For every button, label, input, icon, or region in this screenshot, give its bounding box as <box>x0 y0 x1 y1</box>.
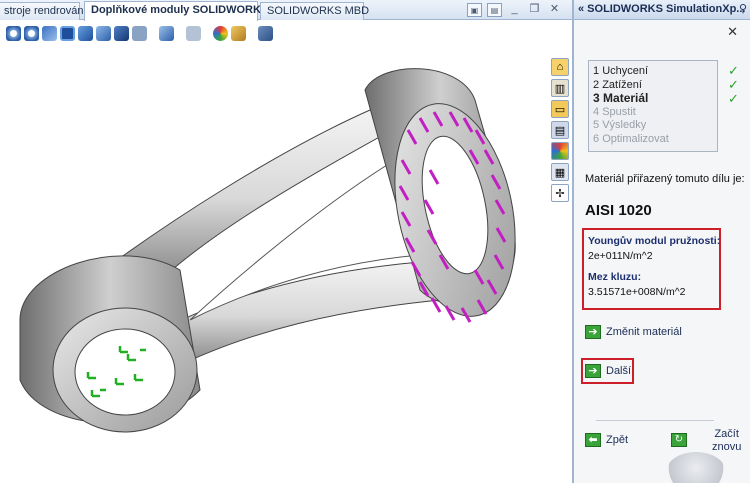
close-icon[interactable]: ✕ <box>547 3 562 17</box>
cascade-icon[interactable]: ▤ <box>487 3 502 17</box>
appearances-icon[interactable] <box>213 25 228 41</box>
close-row: ✕ <box>574 20 750 44</box>
part-model <box>19 68 516 433</box>
edit-appearance-icon[interactable] <box>132 25 147 41</box>
check-icon: ✓ <box>728 76 739 92</box>
next-button[interactable]: ➔ Další <box>585 364 631 378</box>
zoom-to-area-icon[interactable] <box>24 25 39 41</box>
home-icon[interactable]: ⌂ <box>551 58 569 76</box>
back-button[interactable]: ⬅ Zpět <box>585 433 628 447</box>
check-icon: ✓ <box>728 63 739 78</box>
change-material-button[interactable]: ➔ Změnit materiál <box>585 325 682 339</box>
heads-up-view-toolbar <box>6 24 273 42</box>
step-material[interactable]: 3 Materiál ✓ <box>593 91 739 106</box>
hide-show-icon[interactable] <box>114 25 129 41</box>
previous-view-icon[interactable] <box>42 25 57 41</box>
simulationxpress-logo <box>666 452 726 483</box>
tab-render-tools[interactable]: stroje rendrování <box>0 2 87 20</box>
simulationxpress-icon[interactable]: ✢ <box>551 184 569 202</box>
apply-scene-icon[interactable] <box>159 25 174 41</box>
simulationxpress-panel: « SOLIDWORKS SimulationXp... ⚲ ✕ 1 Uchyc… <box>572 0 750 483</box>
appearances-icon[interactable] <box>551 142 569 160</box>
panel-title-bar: « SOLIDWORKS SimulationXp... ⚲ <box>574 0 750 20</box>
tab-solidworks-mbd[interactable]: SOLIDWORKS MBD <box>260 2 369 20</box>
step-loads[interactable]: 2 Zatížení ✓ <box>593 77 739 93</box>
step-fixtures[interactable]: 1 Uchycení ✓ <box>593 64 739 79</box>
restart-icon[interactable]: ↻ <box>671 433 687 447</box>
wizard-steps: 1 Uchycení ✓ 2 Zatížení ✓ 3 Materiál ✓ 4… <box>588 60 739 152</box>
restart-button[interactable]: Začít znovu <box>712 428 741 454</box>
arrow-right-icon: ➔ <box>585 364 601 378</box>
youngs-modulus-label: Youngův modul pružnosti: <box>588 235 721 247</box>
solidworks-window: stroje rendrování Doplňkové moduly SOLID… <box>0 0 750 483</box>
tab-solidworks-addins[interactable]: Doplňkové moduly SOLIDWORKS <box>84 1 268 21</box>
restore-icon[interactable]: ❐ <box>527 3 542 17</box>
view-palette-icon[interactable]: ▤ <box>551 121 569 139</box>
check-icon: ✓ <box>728 91 739 106</box>
yield-strength-value: 3.51571e+008N/m^2 <box>588 286 686 298</box>
tile-icon[interactable]: ▣ <box>467 3 482 17</box>
pin-icon[interactable]: ⚲ <box>739 0 747 19</box>
close-icon[interactable]: ✕ <box>727 24 738 40</box>
step-run: 4 Spustit <box>593 105 636 118</box>
scenes-icon[interactable] <box>231 25 246 41</box>
arrow-right-icon: ➔ <box>585 325 601 339</box>
document-window-controls: ▣ ▤ _ ❐ ✕ <box>467 3 562 17</box>
graphics-area[interactable] <box>0 20 572 483</box>
display-pane-icon[interactable] <box>258 25 273 41</box>
material-name: AISI 1020 <box>585 202 652 219</box>
yield-strength-label: Mez kluzu: <box>588 271 642 283</box>
view-settings-icon[interactable] <box>186 25 201 41</box>
material-assigned-label: Materiál přiřazený tomuto dílu je: <box>585 173 745 185</box>
view-orientation-icon[interactable] <box>78 25 93 41</box>
material-properties-box: Youngův modul pružnosti: 2e+011N/m^2 Mez… <box>582 228 721 310</box>
youngs-modulus-value: 2e+011N/m^2 <box>588 250 653 262</box>
panel-title[interactable]: « SOLIDWORKS SimulationXp... <box>578 3 745 15</box>
section-view-icon[interactable] <box>60 25 75 41</box>
divider <box>596 420 714 421</box>
arrow-left-icon: ⬅ <box>585 433 601 447</box>
folder-icon[interactable]: ▭ <box>551 100 569 118</box>
task-pane-tabs: ⌂ ▥ ▭ ▤ ▦ ✢ <box>551 58 571 205</box>
display-style-icon[interactable] <box>96 25 111 41</box>
step-optimize: 6 Optimalizovat <box>593 132 669 145</box>
zoom-to-fit-icon[interactable] <box>6 25 21 41</box>
minimize-icon[interactable]: _ <box>507 3 522 17</box>
step-results: 5 Výsledky <box>593 119 647 131</box>
resources-icon[interactable]: ▥ <box>551 79 569 97</box>
custom-properties-icon[interactable]: ▦ <box>551 163 569 181</box>
command-manager-tabs: stroje rendrování Doplňkové moduly SOLID… <box>0 0 572 21</box>
